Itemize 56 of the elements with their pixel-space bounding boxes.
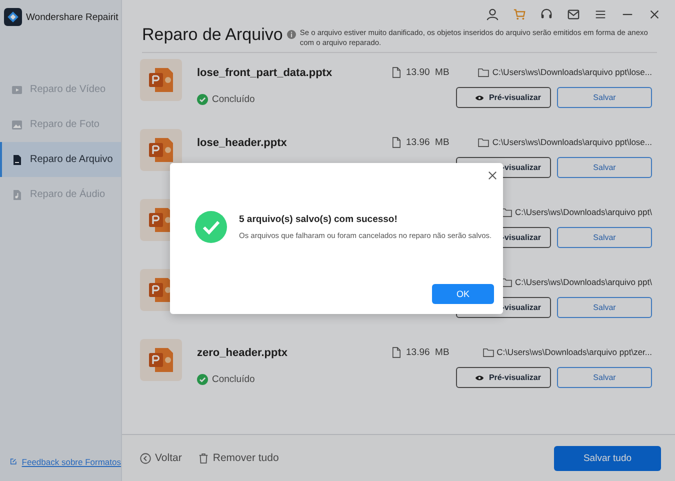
info-icon	[286, 30, 296, 39]
file-status: Concluído	[212, 94, 255, 105]
account-icon[interactable]	[486, 8, 499, 20]
folder-icon	[478, 138, 490, 146]
page-title: Reparo de Arquivo	[142, 25, 283, 45]
file-status: Concluído	[212, 374, 255, 385]
preview-button[interactable]: Pré-visualizar	[456, 367, 551, 388]
file-path: C:\Users\ws\Downloads\arquivo ppt\	[514, 207, 652, 217]
app-logo-icon	[4, 8, 22, 26]
save-button[interactable]: Salvar	[557, 297, 652, 318]
app-title: Wondershare Repairit	[26, 12, 118, 22]
mail-icon[interactable]	[567, 8, 580, 20]
menu-icon[interactable]	[594, 8, 607, 20]
file-path: C:\Users\ws\Downloads\arquivo ppt\	[514, 277, 652, 287]
file-path: C:\Users\ws\Downloads\arquivo ppt\lose...	[492, 137, 652, 147]
file-icon	[392, 136, 401, 148]
ok-button[interactable]: OK	[432, 284, 494, 304]
preview-button[interactable]: Pré-visualizar	[456, 87, 551, 108]
trash-icon	[198, 452, 209, 464]
audio-file-icon	[11, 188, 23, 200]
file-size: 13.96 MB	[406, 136, 450, 148]
edit-icon	[10, 456, 17, 467]
pptx-file-icon	[140, 59, 182, 101]
save-button[interactable]: Salvar	[557, 367, 652, 388]
headset-icon[interactable]	[540, 8, 553, 20]
save-all-button[interactable]: Salvar tudo	[554, 446, 661, 470]
folder-icon	[478, 68, 490, 76]
check-circle-icon	[197, 94, 208, 105]
sidebar-item[interactable]: Reparo de Arquivo	[0, 142, 121, 177]
close-icon[interactable]	[648, 8, 661, 20]
save-button[interactable]: Salvar	[557, 157, 652, 178]
remove-all-button[interactable]: Remover tudo	[198, 452, 279, 464]
file-name: zero_header.pptx	[197, 347, 288, 359]
file-path: C:\Users\ws\Downloads\arquivo ppt\lose...	[492, 67, 652, 77]
video-icon	[11, 84, 23, 96]
image-icon	[11, 118, 23, 130]
file-name: lose_front_part_data.pptx	[197, 67, 334, 79]
close-icon[interactable]	[488, 171, 497, 180]
check-circle-icon	[197, 374, 208, 385]
eye-icon	[474, 374, 484, 380]
file-icon	[392, 66, 401, 78]
file-icon	[392, 346, 401, 358]
file-size: 13.96 MB	[406, 346, 450, 358]
save-button[interactable]: Salvar	[557, 87, 652, 108]
document-icon	[11, 154, 23, 166]
folder-icon	[482, 348, 494, 356]
file-size: 13.90 MB	[406, 66, 450, 78]
pptx-file-icon	[140, 339, 182, 381]
back-button[interactable]: Voltar	[140, 452, 182, 464]
save-button[interactable]: Salvar	[557, 227, 652, 248]
file-name: lose_header.pptx	[197, 137, 288, 149]
dialog-title: 5 arquivo(s) salvo(s) com sucesso!	[239, 214, 398, 225]
file-path: C:\Users\ws\Downloads\arquivo ppt\zer...	[496, 347, 652, 357]
feedback-link[interactable]: Feedback sobre Formatos	[0, 456, 121, 467]
eye-icon	[474, 94, 484, 100]
success-check-icon	[195, 211, 227, 243]
